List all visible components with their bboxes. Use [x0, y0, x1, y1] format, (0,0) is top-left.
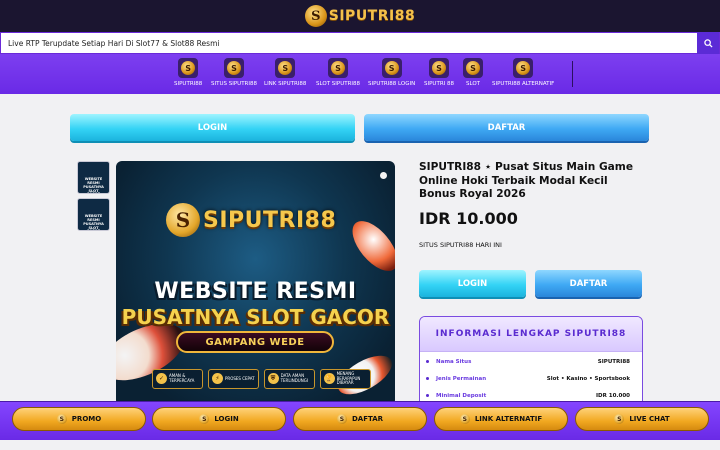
marquee-text: Live RTP Terupdate Setiap Hari Di Slot77…: [8, 38, 220, 48]
info-value: IDR 10.000: [596, 392, 630, 399]
carousel-dot[interactable]: [380, 172, 387, 179]
nav-coin-icon: S: [463, 58, 483, 78]
feature-text: PROSES CEPAT: [225, 375, 255, 381]
hero-brand-logo: S SIPUTRI88: [166, 203, 336, 237]
nav-item-situs-siputri88[interactable]: S SITUS SIPUTRI88: [211, 58, 257, 87]
search-button[interactable]: [697, 32, 719, 54]
hero-ribbon: GAMPANG WEDE: [176, 331, 334, 353]
thumbnail-caption: WEBSITE RESMI PUSATNYA SLOT GACOR: [83, 177, 104, 193]
product-daftar-button[interactable]: DAFTAR: [535, 270, 642, 297]
link-alternatif-button[interactable]: S LINK ALTERNATIF: [434, 407, 568, 431]
info-value: Slot • Kasino • Sportsbook: [546, 375, 630, 382]
bullet-icon: [426, 377, 429, 380]
trophy-icon: 🏆: [323, 373, 335, 385]
info-key: Minimal Deposit: [436, 392, 487, 399]
nav-item-slot[interactable]: S SLOT: [463, 58, 483, 87]
bullet-icon: [426, 394, 429, 397]
nav-item-link-siputri88[interactable]: S LINK SIPUTRI88: [264, 58, 306, 87]
bottom-login-button[interactable]: S LOGIN: [152, 407, 286, 431]
product-login-button[interactable]: LOGIN: [419, 270, 526, 297]
koi-fish-graphic: [344, 213, 395, 279]
nav-item-label: LINK SIPUTRI88: [264, 81, 307, 87]
hero-features: ✓ AMAN & TERPERCAYA ⚡ PROSES CEPAT ⛨ DATA A…: [152, 369, 371, 389]
logo-text: SIPUTRI88: [328, 8, 416, 24]
hero-logo-badge-icon: S: [166, 203, 200, 237]
nav-item-label: SIPUTRI88 LOGIN: [368, 81, 416, 87]
bullet-icon: [426, 360, 429, 363]
site-header: S SIPUTRI88: [0, 0, 720, 32]
login-button[interactable]: LOGIN: [70, 114, 355, 141]
nav-item-label: SIPUTRI 88: [424, 81, 455, 87]
marquee-bar: Live RTP Terupdate Setiap Hari Di Slot77…: [0, 32, 720, 54]
nav-item-label: SLOT: [465, 81, 481, 87]
live-chat-button[interactable]: S LIVE CHAT: [575, 407, 709, 431]
nav-item-siputri88-alternatif[interactable]: S SIPUTRI88 ALTERNATIF: [492, 58, 554, 87]
info-key: Nama Situs: [436, 358, 472, 365]
nav-item-label: SIPUTRI88: [174, 81, 203, 87]
promo-button[interactable]: S PROMO: [12, 407, 146, 431]
site-logo[interactable]: S SIPUTRI88: [304, 5, 416, 27]
coin-icon: S: [614, 414, 625, 424]
shield-icon: ⛨: [267, 373, 279, 385]
nav-item-siputri88-login[interactable]: S SIPUTRI88 LOGIN: [368, 58, 415, 87]
check-icon: ✓: [156, 373, 167, 385]
feature-text: DATA AMAN TERLINDUNGI: [280, 373, 308, 383]
nav-coin-icon: S: [275, 58, 296, 78]
product-title: SIPUTRI88 ⋆ Pusat Situs Main Game Online…: [419, 161, 634, 200]
nav-coin-icon: S: [513, 58, 534, 78]
promo-label: PROMO: [71, 415, 102, 423]
gallery-thumbnail[interactable]: WEBSITE RESMI PUSATNYA SLOT GACOR: [77, 161, 110, 194]
feature-text: AMAN & TERPERCAYA: [169, 373, 195, 383]
coin-icon: S: [459, 414, 470, 424]
search-icon: [703, 38, 713, 48]
nav-item-siputri-88[interactable]: S SIPUTRI 88: [424, 58, 454, 87]
info-panel-title: INFORMASI LENGKAP SIPUTRI88: [420, 317, 642, 352]
nav-item-label: SITUS SIPUTRI88: [211, 81, 257, 87]
coin-icon: S: [199, 414, 210, 424]
lightning-icon: ⚡: [212, 373, 223, 385]
live-chat-label: LIVE CHAT: [629, 415, 670, 423]
nav-coin-icon: S: [224, 58, 244, 78]
gallery-thumbnail[interactable]: WEBSITE RESMI PUSATNYA SLOT GACOR: [77, 198, 110, 231]
link-alternatif-label: LINK ALTERNATIF: [474, 415, 543, 423]
info-value: SIPUTRI88: [597, 358, 630, 365]
nav-coin-icon: S: [429, 58, 449, 78]
nav-item-siputri88[interactable]: S SIPUTRI88: [174, 58, 202, 87]
nav-coin-icon: S: [381, 58, 402, 78]
info-row: Nama Situs SIPUTRI88: [426, 355, 630, 368]
coin-icon: S: [56, 414, 67, 424]
main-nav: S SIPUTRI88 S SITUS SIPUTRI88 S LINK SIP…: [0, 54, 720, 94]
feature-text: MENANG BERAPAPUN DIBAYAR: [336, 371, 361, 386]
feature-badge: ⛨ DATA AMAN TERLINDUNGI: [263, 369, 315, 389]
feature-badge: ⚡ PROSES CEPAT: [208, 369, 259, 389]
bottom-daftar-button[interactable]: S DAFTAR: [293, 407, 427, 431]
daftar-button[interactable]: DAFTAR: [364, 114, 649, 141]
product-subtitle: SITUS SIPUTRI88 HARI INI: [419, 241, 502, 249]
hero-headline-2: PUSATNYA SLOT GACOR: [121, 305, 390, 329]
nav-coin-icon: S: [328, 58, 349, 78]
coin-icon: S: [336, 414, 347, 424]
feature-badge: 🏆 MENANG BERAPAPUN DIBAYAR: [319, 369, 371, 389]
thumbnail-caption: WEBSITE RESMI PUSATNYA SLOT GACOR: [83, 214, 104, 230]
feature-badge: ✓ AMAN & TERPERCAYA: [152, 369, 203, 389]
hero-banner-image: S SIPUTRI88 WEBSITE RESMI PUSATNYA SLOT …: [116, 161, 395, 406]
hero-brand-text: SIPUTRI88: [203, 207, 337, 233]
nav-item-slot-siputri88[interactable]: S SLOT SIPUTRI88: [316, 58, 360, 87]
login-label: LOGIN: [214, 415, 239, 423]
product-price: IDR 10.000: [419, 209, 518, 228]
info-key: Jenis Permainan: [436, 375, 487, 382]
nav-coin-icon: S: [178, 58, 199, 78]
nav-item-label: SIPUTRI88 ALTERNATIF: [492, 81, 555, 87]
info-row: Jenis Permainan Slot • Kasino • Sportsbo…: [426, 372, 630, 385]
logo-badge-icon: S: [304, 5, 327, 27]
nav-item-label: SLOT SIPUTRI88: [316, 81, 361, 87]
nav-divider: [572, 61, 573, 87]
hero-headline-1: WEBSITE RESMI: [154, 279, 357, 304]
daftar-label: DAFTAR: [351, 415, 384, 423]
